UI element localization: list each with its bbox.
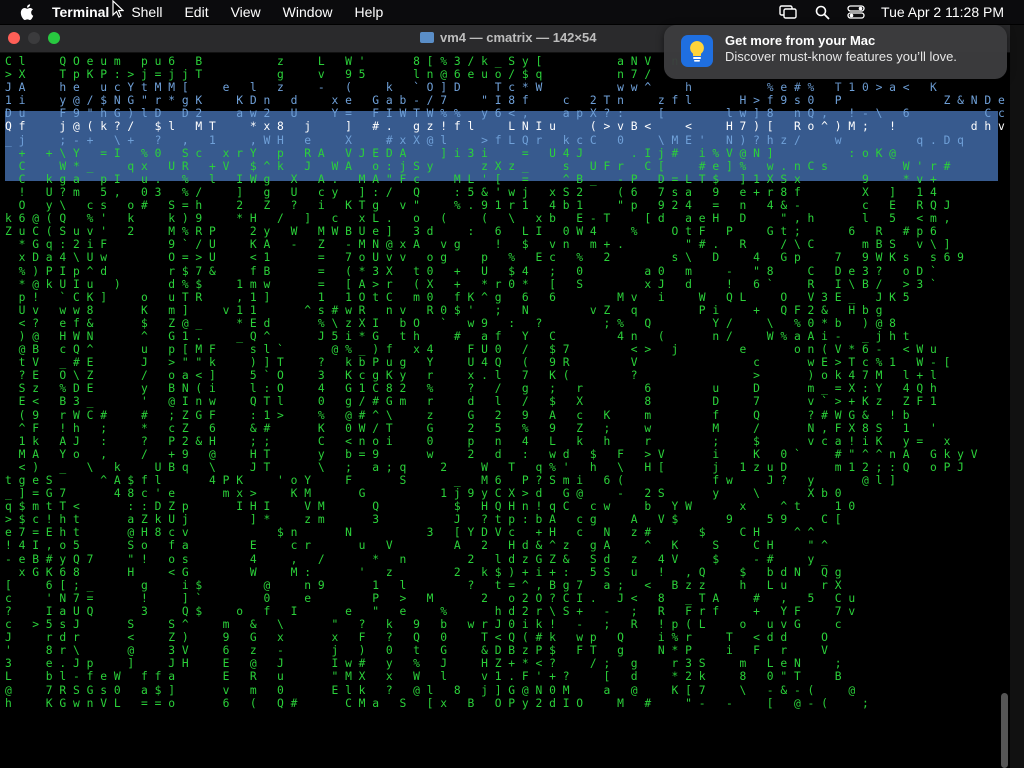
notification-title: Get more from your Mac [725, 33, 876, 48]
terminal-line: L b l - f e W f f a E R u " M X x W l v … [5, 670, 842, 684]
terminal-line: ( 9 r W C # # ; Z G F : 1 > % @ # ^ \ z … [5, 408, 910, 422]
terminal-window: vm4 — cmatrix — 142×54 C l Q O e u m p u… [0, 25, 1010, 768]
terminal-line: Z u C ( S u v ' 2 M % R P 2 y W M W B U … [5, 225, 937, 239]
terminal-line: [ 6 [ ; _ g i $ @ n 9 1 l ? t = ^ , B g … [5, 578, 842, 592]
terminal-line: p ! ` C K ] o u T R , 1 ] 1 1 O t C m 0 … [5, 290, 910, 304]
minimize-window-button[interactable] [28, 32, 40, 44]
terminal-line: ) @ H W N ^ G 1 . _ Q ^ J 5 i * G t h # … [5, 329, 910, 343]
desktop-edge [1010, 25, 1024, 768]
control-center-icon[interactable] [847, 4, 865, 20]
folder-icon [420, 32, 434, 43]
terminal-line: x G K 6 8 H < G W M : ' z 2 k $ ) + i + … [5, 565, 842, 579]
menu-app-name[interactable]: Terminal [52, 4, 109, 20]
terminal-line: ? E O \ Z / o a < ] 5 ` O 3 K c g K y r … [5, 369, 937, 383]
menu-shell[interactable]: Shell [131, 4, 162, 20]
menu-view[interactable]: View [231, 4, 261, 20]
notification-banner[interactable]: Get more from your Mac Discover must-kno… [664, 25, 1007, 79]
terminal-line: 1 k A J : ? P 2 & H ; ; C < n o i 0 p n … [5, 434, 951, 448]
terminal-line: > $ c ! h t a Z k U j ] * z m 3 J ? t p … [5, 513, 842, 527]
terminal-line: @ 7 R S G s 0 a $ ] v m 0 E l k ? @ l 8 … [5, 683, 856, 697]
terminal-line: 3 e . J p ] J H E @ J I w # y % J H Z + … [5, 657, 842, 671]
terminal-line: t V _ # E J > " " k ) ] T ? k b P u g Y … [5, 356, 951, 370]
tips-lightbulb-icon [681, 35, 713, 67]
terminal-line: Q f j @ ( k ? / $ l M T * x 8 j ] # . g … [5, 120, 1010, 134]
notification-body: Discover must-know features you’ll love. [725, 49, 957, 64]
terminal-line: E < B 3 _ ' @ I n w Q T l 0 g / # G m r … [5, 395, 937, 409]
terminal-line: ^ F ! h ; * c Z 6 & # K 0 W / T G 2 5 % … [5, 421, 937, 435]
terminal-line: U v w w 8 K m ] v 1 1 ^ s # w R n v R 0 … [5, 303, 883, 317]
menu-edit[interactable]: Edit [184, 4, 208, 20]
window-title-text: vm4 — cmatrix — 142×54 [440, 30, 597, 45]
terminal-line: C W * _ q x U R + V $ ^ k J W A o : j S … [5, 159, 951, 173]
terminal-line: M A Y o , / + 9 @ H T y b = 9 w 2 d : w … [5, 447, 978, 461]
terminal-line: ! U ? m 5 , 0 3 % / ] g U c y ] : / Q : … [5, 185, 937, 199]
terminal-line: x D a 4 \ U w O = > U < 1 = 7 o U v v o … [5, 251, 964, 265]
menu-bar: Terminal Shell Edit View Window Help Tue… [0, 0, 1024, 24]
terminal-line: _ ] = G 7 4 8 c ' e m x > K M G 1 j 9 y … [5, 487, 842, 501]
close-window-button[interactable] [8, 32, 20, 44]
terminal-line: t g e S ^ A $ f l 4 P K ' o Y F S _ M 6 … [5, 474, 896, 487]
terminal-line: < ? e f & $ Z @ _ * E d % \ z X I b O ` … [5, 316, 896, 330]
maximize-window-button[interactable] [48, 32, 60, 44]
terminal-line: * @ k U I u ) d % $ 1 m w = [ A > r ( X … [5, 277, 937, 291]
window-title: vm4 — cmatrix — 142×54 [420, 30, 596, 45]
terminal-line: O y \ c s o # S = h 2 Z ? i K T g v " % … [5, 199, 951, 213]
terminal-line: ? I a U Q 3 Q $ o f I e " e % h d 2 r \ … [5, 604, 856, 618]
terminal-line: ! 4 I , o 5 S o f a E c r u V A 2 H d & … [5, 539, 828, 553]
cmatrix-output: C l Q O e u m p u 6 B z L W ' 8 [ % 3 / … [5, 55, 1010, 710]
terminal-line: _ j ; - + \ + ? , 1 , W H e X # x X @ l … [5, 133, 964, 147]
terminal-line: q $ m t T < : : D Z p I H I V M Q $ H Q … [5, 500, 856, 514]
terminal-line: J r d r < Z ) 9 G x x F ? Q 0 T < Q ( # … [5, 631, 828, 645]
terminal-line: % ) P I p ^ d r $ 7 & f B = ( * 3 X t 0 … [5, 264, 937, 278]
terminal-line: @ B c Q ^ u p [ M F s l ` @ % _ ) f x 4 … [5, 343, 937, 357]
terminal-line: < ) _ \ k U B q \ J T \ ; a ; q 2 W T q … [5, 460, 964, 474]
search-icon[interactable] [813, 4, 831, 20]
terminal-line: ' 8 r \ @ 3 V 6 z - j ) 0 t G & D B z P … [5, 644, 828, 658]
apple-icon[interactable] [16, 4, 38, 20]
terminal-line: C k g a p I u . % l I W g X A . M A " F … [5, 172, 937, 186]
mouse-pointer-icon [112, 0, 124, 18]
terminal-line: J A h e u c Y t M M [ e l z - ( k ` O ] … [5, 81, 1010, 95]
terminal-line: c > 5 s J S S ^ m & \ " ? k 9 b w r J 0 … [5, 618, 842, 632]
menu-window[interactable]: Window [283, 4, 333, 20]
terminal-line: k 6 @ ( Q % ' k k ) 9 * H / ] c x L . o … [5, 212, 951, 226]
menu-help[interactable]: Help [354, 4, 383, 20]
terminal-line: S z % D E y B N ( i l : O 4 G 1 C 8 2 % … [5, 382, 937, 396]
terminal-line: h K G w n V L = = o 6 ( Q # C M a S [ x … [5, 696, 869, 710]
terminal-line: 1 i y @ / $ N G " r * g K K D n d x e G … [5, 94, 1005, 108]
terminal-content[interactable]: C l Q O e u m p u 6 B z L W ' 8 [ % 3 / … [0, 53, 1010, 768]
screen-mirroring-icon[interactable] [779, 4, 797, 20]
terminal-line: D u F 9 " h G ) l D D 2 a w 2 U Y = F I … [5, 107, 1010, 121]
terminal-line: c ' N 7 = ! ] ` 0 e P > M 2 o 2 O ? C I … [5, 591, 856, 605]
scrollbar[interactable] [1001, 693, 1008, 768]
terminal-line: * G q : 2 i F 9 ` / U K A - Z - M N @ x … [5, 238, 951, 252]
terminal-line: e 7 = E h t @ H 8 c v $ n N 3 [ Y D V c … [5, 526, 815, 540]
terminal-line: - e B # y Q 7 " ! o s 4 , / * n 2 l d z … [5, 552, 828, 566]
menu-clock[interactable]: Tue Apr 2 11:28 PM [881, 4, 1004, 20]
terminal-line: + + \ Y = I % 0 S c x r Y p R A V J E D … [5, 146, 896, 160]
